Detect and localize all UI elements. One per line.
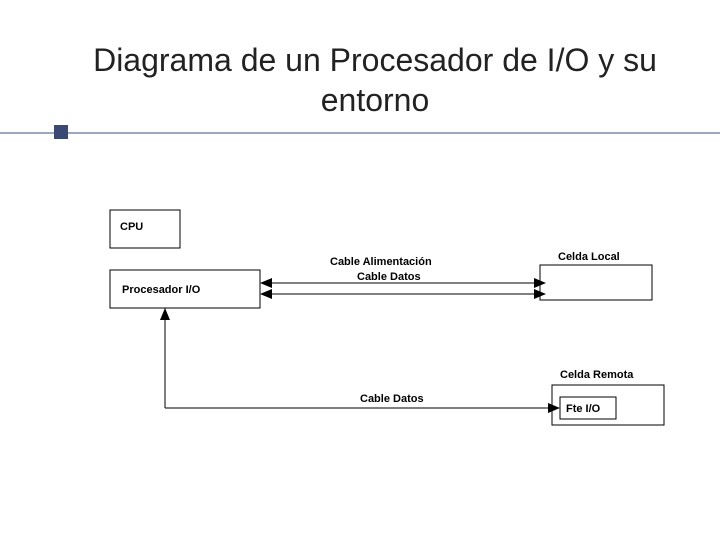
slide-title: Diagrama de un Procesador de I/O y su en… — [70, 40, 680, 120]
power-cable-label: Cable Alimentación — [330, 256, 432, 268]
processor-box-label: Procesador I/O — [122, 284, 201, 296]
cpu-box-label: CPU — [120, 221, 143, 233]
accent-square-icon — [54, 125, 68, 139]
data-cable-bottom-label: Cable Datos — [360, 393, 424, 405]
fte-io-label: Fte I/O — [566, 403, 601, 415]
data-cable-top-label: Cable Datos — [357, 271, 421, 283]
io-processor-diagram: CPU Procesador I/O Celda Local Celda Rem… — [60, 150, 670, 470]
title-underline — [0, 132, 720, 134]
local-cell-label: Celda Local — [558, 251, 620, 263]
remote-cell-label: Celda Remota — [560, 369, 634, 381]
